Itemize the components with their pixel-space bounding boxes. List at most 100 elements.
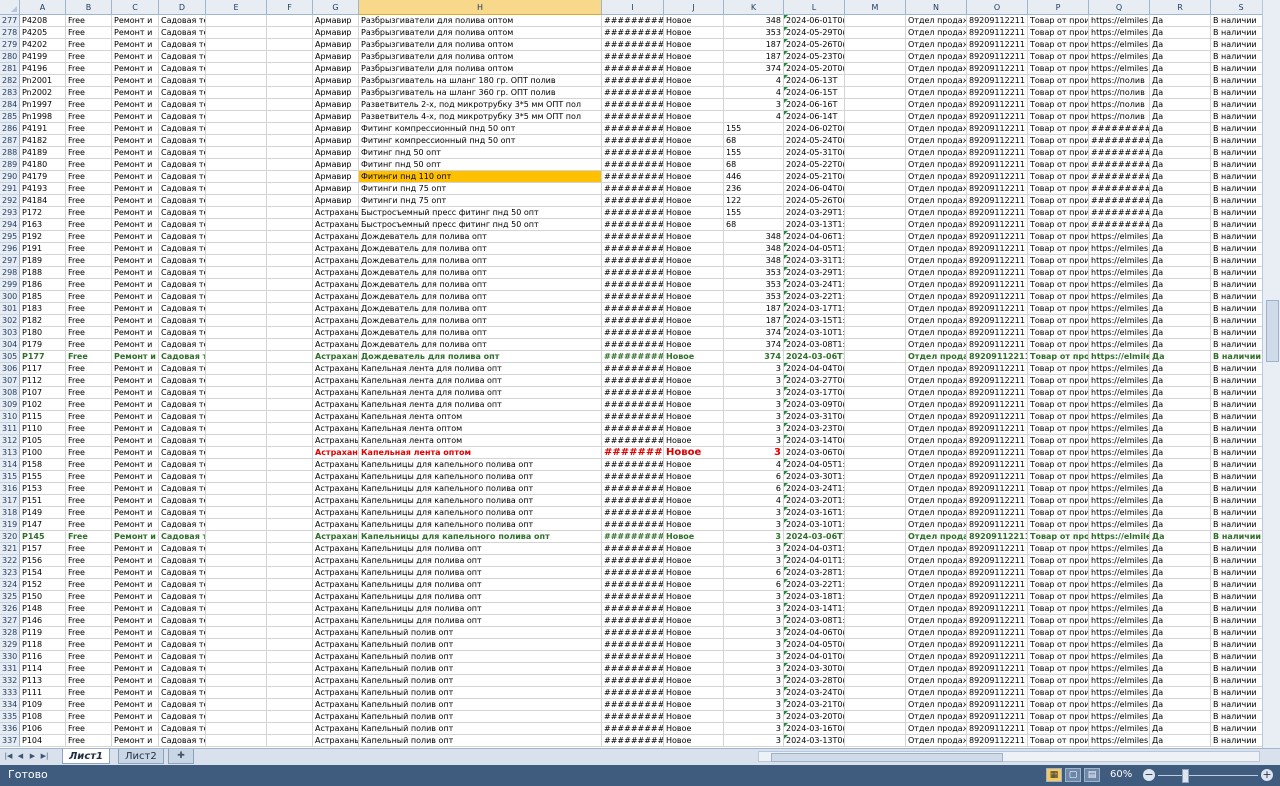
- row-header[interactable]: 307: [0, 375, 20, 387]
- cell-j[interactable]: Новое: [664, 39, 724, 51]
- cell-f[interactable]: [267, 483, 313, 495]
- cell-f[interactable]: [267, 567, 313, 579]
- cell-h[interactable]: Капельная лента оптом: [359, 423, 602, 435]
- cell-p[interactable]: Товар от прои: [1028, 351, 1089, 363]
- cell-e[interactable]: [206, 315, 267, 327]
- cell-f[interactable]: [267, 15, 313, 27]
- cell-c[interactable]: Ремонт и: [112, 159, 159, 171]
- cell-p[interactable]: Товар от прои: [1028, 579, 1089, 591]
- cell-i[interactable]: ###########: [602, 327, 664, 339]
- cell-a[interactable]: P4202: [20, 39, 66, 51]
- cell-e[interactable]: [206, 615, 267, 627]
- cell-d[interactable]: Садовая техника: [159, 459, 206, 471]
- cell-q[interactable]: ###########: [1089, 183, 1150, 195]
- cell-f[interactable]: [267, 219, 313, 231]
- cell-o[interactable]: 89209112211: [967, 135, 1028, 147]
- cell-p[interactable]: Товар от прои: [1028, 615, 1089, 627]
- cell-n[interactable]: Отдел продаж: [906, 291, 967, 303]
- cell-b[interactable]: Free: [66, 363, 112, 375]
- cell-q[interactable]: https://elmiles: [1089, 279, 1150, 291]
- cell-i[interactable]: ###########: [602, 639, 664, 651]
- row-header[interactable]: 313: [0, 447, 20, 459]
- cell-b[interactable]: Free: [66, 435, 112, 447]
- cell-o[interactable]: 89209112211: [967, 15, 1028, 27]
- cell-d[interactable]: Садовая техника: [159, 735, 206, 747]
- cell-h[interactable]: Капельный полив опт: [359, 651, 602, 663]
- cell-f[interactable]: [267, 591, 313, 603]
- cell-j[interactable]: Новое: [664, 303, 724, 315]
- cell-q[interactable]: https://elmiles: [1089, 399, 1150, 411]
- cell-d[interactable]: Садовая техника: [159, 435, 206, 447]
- cell-c[interactable]: Ремонт и: [112, 459, 159, 471]
- cell-m[interactable]: [845, 87, 906, 99]
- cell-q[interactable]: https://elmiles: [1089, 63, 1150, 75]
- cell-g[interactable]: Астрахань: [313, 435, 359, 447]
- cell-p[interactable]: Товар от прои: [1028, 663, 1089, 675]
- cell-o[interactable]: 89209112211: [967, 435, 1028, 447]
- sheet-tab-list2[interactable]: Лист2: [118, 749, 164, 764]
- cell-o[interactable]: 89209112211: [967, 39, 1028, 51]
- cell-i[interactable]: ###########: [602, 291, 664, 303]
- cell-k[interactable]: 353: [724, 291, 784, 303]
- cell-h[interactable]: Капельная лента для полива опт: [359, 375, 602, 387]
- cell-l[interactable]: 2024-03-17T0(: [784, 387, 845, 399]
- row-header[interactable]: 333: [0, 687, 20, 699]
- cell-a[interactable]: P114: [20, 663, 66, 675]
- cell-g[interactable]: Астрахань: [313, 531, 359, 543]
- row-header[interactable]: 335: [0, 711, 20, 723]
- cell-s[interactable]: В наличии: [1211, 291, 1262, 303]
- cell-g[interactable]: Армавир: [313, 171, 359, 183]
- cell-k[interactable]: 187: [724, 39, 784, 51]
- cell-i[interactable]: ###########: [602, 231, 664, 243]
- cell-l[interactable]: 2024-03-20T0(: [784, 711, 845, 723]
- cell-e[interactable]: [206, 327, 267, 339]
- cell-o[interactable]: 89209112211: [967, 387, 1028, 399]
- cell-l[interactable]: 2024-06-13T: [784, 75, 845, 87]
- cell-q[interactable]: ###########: [1089, 123, 1150, 135]
- cell-s[interactable]: В наличии: [1211, 543, 1262, 555]
- zoom-slider-thumb[interactable]: [1182, 769, 1189, 783]
- cell-n[interactable]: Отдел продаж: [906, 699, 967, 711]
- cell-f[interactable]: [267, 183, 313, 195]
- row-header[interactable]: 308: [0, 387, 20, 399]
- cell-r[interactable]: Да: [1150, 555, 1211, 567]
- cell-p[interactable]: Товар от прои: [1028, 603, 1089, 615]
- cell-e[interactable]: [206, 159, 267, 171]
- cell-a[interactable]: P109: [20, 699, 66, 711]
- cell-g[interactable]: Астрахань: [313, 459, 359, 471]
- cell-h[interactable]: Капельный полив опт: [359, 627, 602, 639]
- cell-s[interactable]: В наличии: [1211, 279, 1262, 291]
- cell-r[interactable]: Да: [1150, 699, 1211, 711]
- cell-o[interactable]: 89209112211: [967, 639, 1028, 651]
- cell-d[interactable]: Садовая техника: [159, 135, 206, 147]
- cell-b[interactable]: Free: [66, 399, 112, 411]
- cell-i[interactable]: ###########: [602, 63, 664, 75]
- cell-b[interactable]: Free: [66, 159, 112, 171]
- cell-d[interactable]: Садовая техника: [159, 63, 206, 75]
- cell-a[interactable]: Pn1997: [20, 99, 66, 111]
- cell-p[interactable]: Товар от прои: [1028, 531, 1089, 543]
- cell-h[interactable]: Разбрызгиватели для полива оптом: [359, 51, 602, 63]
- cell-b[interactable]: Free: [66, 123, 112, 135]
- cell-s[interactable]: В наличии: [1211, 135, 1262, 147]
- cell-o[interactable]: 89209112211: [967, 651, 1028, 663]
- cell-d[interactable]: Садовая техника: [159, 171, 206, 183]
- cell-s[interactable]: В наличии: [1211, 711, 1262, 723]
- cell-e[interactable]: [206, 675, 267, 687]
- row-header[interactable]: 292: [0, 195, 20, 207]
- cell-j[interactable]: Новое: [664, 63, 724, 75]
- cell-a[interactable]: P115: [20, 411, 66, 423]
- cell-q[interactable]: https://elmiles: [1089, 699, 1150, 711]
- cell-o[interactable]: 89209112211: [967, 591, 1028, 603]
- cell-r[interactable]: Да: [1150, 99, 1211, 111]
- row-header[interactable]: 305: [0, 351, 20, 363]
- cell-f[interactable]: [267, 315, 313, 327]
- cell-r[interactable]: Да: [1150, 423, 1211, 435]
- cell-e[interactable]: [206, 699, 267, 711]
- cell-k[interactable]: 3: [724, 723, 784, 735]
- row-header[interactable]: 319: [0, 519, 20, 531]
- cell-k[interactable]: 348: [724, 255, 784, 267]
- cell-l[interactable]: 2024-05-24T0(: [784, 135, 845, 147]
- row-header[interactable]: 320: [0, 531, 20, 543]
- cell-o[interactable]: 89209112211: [967, 159, 1028, 171]
